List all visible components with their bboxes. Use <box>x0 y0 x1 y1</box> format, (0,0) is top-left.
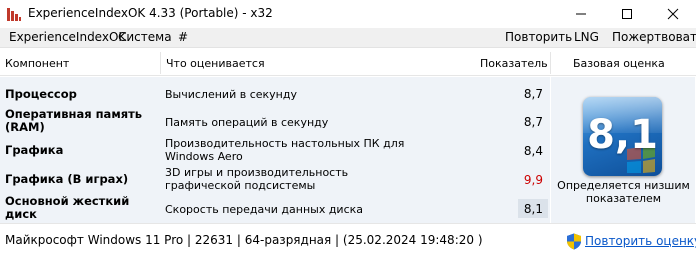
maximize-icon <box>622 9 632 19</box>
base-score-caption: Определяется низшим показателем <box>557 179 690 205</box>
menu-repeat[interactable]: Повторить <box>505 30 572 44</box>
base-score-value: 8,1 <box>587 112 658 158</box>
base-score-panel: 8,1 Определяется низшим показателем <box>550 77 695 223</box>
header-base-score: Базовая оценка <box>573 57 665 70</box>
status-bar: Майкрософт Windows 11 Pro | 22631 | 64-р… <box>0 223 696 267</box>
component-label: Оперативная память (RAM) <box>5 107 143 134</box>
close-button[interactable] <box>650 0 696 28</box>
menu-hash[interactable]: # <box>178 30 188 44</box>
component-label: Графика <box>5 143 64 157</box>
window-title: ExperienceIndexOK 4.33 (Portable) - x32 <box>28 6 273 20</box>
close-icon <box>667 8 679 20</box>
maximize-button[interactable] <box>604 0 650 28</box>
header-component: Компонент <box>5 57 70 70</box>
score-table: Процессор Вычислений в секунду 8,7 Опера… <box>0 77 550 223</box>
title-bar: ExperienceIndexOK 4.33 (Portable) - x32 <box>0 0 696 28</box>
uac-shield-icon <box>567 233 581 250</box>
table-row: Графика Производительность настольных ПК… <box>0 137 550 166</box>
menu-system[interactable]: Система <box>118 30 172 44</box>
table-row: Оперативная память (RAM) Память операций… <box>0 108 550 137</box>
description-text: Скорость передачи данных диска <box>165 203 364 216</box>
windows-score-badge: 8,1 <box>583 97 662 176</box>
bar-chart-icon <box>7 8 21 21</box>
description-text: 3D игры и производительность графической… <box>165 166 349 192</box>
component-label: Основной жесткий диск <box>5 194 130 221</box>
header-score: Показатель <box>480 57 548 70</box>
table-header: Компонент Что оценивается Показатель Баз… <box>0 50 696 76</box>
score-value: 8,7 <box>523 115 543 129</box>
table-row: Графика (В играх) 3D игры и производител… <box>0 166 550 195</box>
minimize-button[interactable] <box>558 0 604 28</box>
minimize-icon <box>576 13 586 15</box>
description-text: Вычислений в секунду <box>165 88 297 101</box>
table-row: Основной жесткий диск Скорость передачи … <box>0 195 550 224</box>
header-description: Что оценивается <box>166 57 265 70</box>
score-value-highest: 9,9 <box>523 173 543 187</box>
score-value: 8,4 <box>523 144 543 158</box>
component-label: Графика (В играх) <box>5 172 129 186</box>
description-text: Память операций в секунду <box>165 116 329 129</box>
description-text: Производительность настольных ПК для Win… <box>165 137 405 163</box>
header-divider <box>160 52 161 74</box>
menu-experienceindexok[interactable]: ExperienceIndexOK <box>9 30 126 44</box>
score-value: 8,7 <box>523 87 543 101</box>
system-info: Майкрософт Windows 11 Pro | 22631 | 64-р… <box>5 233 483 247</box>
score-value-lowest: 8,1 <box>523 202 543 216</box>
menu-donate[interactable]: Пожертвовать <box>612 30 696 44</box>
menu-bar: ExperienceIndexOK Система # Повторить LN… <box>0 28 696 48</box>
header-divider <box>550 52 551 74</box>
table-row: Процессор Вычислений в секунду 8,7 <box>0 79 550 108</box>
menu-language[interactable]: LNG <box>574 30 599 44</box>
component-label: Процессор <box>5 87 77 101</box>
rerun-assessment-link[interactable]: Повторить оценку <box>585 234 696 248</box>
